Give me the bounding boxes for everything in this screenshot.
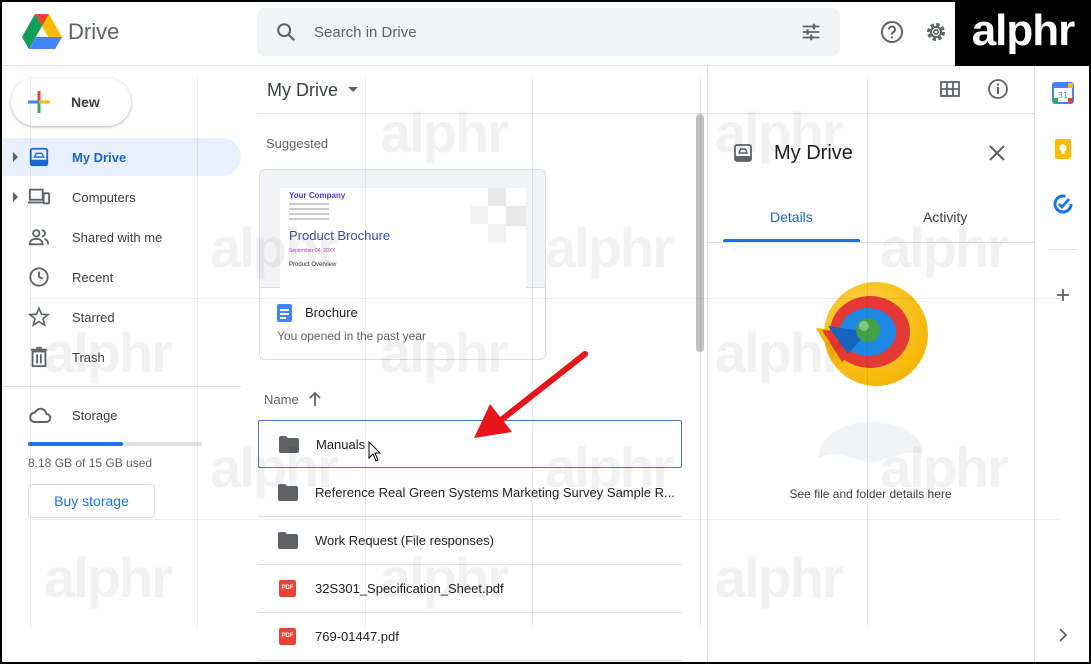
details-header-divider xyxy=(707,113,1034,114)
file-name: Reference Real Green Systems Marketing S… xyxy=(315,485,675,500)
sidebar-item-trash[interactable]: Trash xyxy=(0,338,241,376)
svg-text:31: 31 xyxy=(1058,91,1068,100)
file-thumbnail: Your Company Product Brochure September … xyxy=(260,170,545,288)
new-button-label: New xyxy=(71,94,100,110)
file-row[interactable]: Reference Real Green Systems Marketing S… xyxy=(258,469,682,517)
buy-storage-button[interactable]: Buy storage xyxy=(28,484,155,518)
trash-icon xyxy=(30,346,48,368)
file-row[interactable]: Work Request (File responses) xyxy=(258,517,682,565)
arrow-up-icon[interactable] xyxy=(308,391,322,407)
storage-label[interactable]: Storage xyxy=(72,408,118,423)
details-hint: See file and folder details here xyxy=(789,487,952,501)
search-input[interactable]: Search in Drive xyxy=(314,24,417,41)
sidebar-item-my-drive[interactable]: My Drive xyxy=(0,138,241,176)
keep-icon[interactable] xyxy=(1052,138,1074,160)
storage-used-text: 8.18 GB of 15 GB used xyxy=(28,456,153,470)
file-row[interactable]: PDF 32S301_Specification_Sheet.pdf xyxy=(258,565,682,613)
new-button[interactable]: New xyxy=(11,78,131,126)
settings-icon[interactable] xyxy=(924,20,948,44)
card-file-name: Brochure xyxy=(305,305,358,320)
page-title[interactable]: My Drive xyxy=(267,80,338,101)
search-bar[interactable]: Search in Drive xyxy=(257,8,840,56)
thumb-overview: Product Overview xyxy=(289,262,337,268)
shared-icon xyxy=(28,229,50,246)
file-name: 769-01447.pdf xyxy=(315,629,399,644)
close-icon[interactable] xyxy=(988,144,1006,162)
sidebar-item-label: Trash xyxy=(72,350,105,365)
drive-logo-icon[interactable] xyxy=(22,14,62,50)
my-drive-icon xyxy=(734,144,752,162)
sidebar-item-recent[interactable]: Recent xyxy=(0,258,241,296)
thumb-address-lines xyxy=(289,203,329,223)
side-panel-border xyxy=(1034,66,1035,664)
pdf-icon: PDF xyxy=(279,580,296,597)
sidebar-item-label: My Drive xyxy=(72,150,127,165)
suggested-heading: Suggested xyxy=(266,136,329,151)
expand-caret-icon[interactable] xyxy=(13,192,18,202)
expand-caret-icon[interactable] xyxy=(13,152,18,162)
sidebar-item-label: Shared with me xyxy=(72,230,163,245)
alphr-logo: alphr xyxy=(955,0,1091,66)
folder-icon xyxy=(279,436,299,453)
google-docs-icon xyxy=(277,304,292,322)
file-row[interactable]: PDF 769-01447.pdf xyxy=(258,613,682,661)
calendar-icon[interactable]: 31 xyxy=(1052,82,1074,104)
sidebar-item-computers[interactable]: Computers xyxy=(0,178,241,216)
illustration-shadow xyxy=(819,422,923,462)
plus-icon[interactable] xyxy=(1052,284,1074,306)
folder-icon xyxy=(278,532,298,549)
grid-view-icon[interactable] xyxy=(939,78,961,100)
chevron-down-icon[interactable] xyxy=(348,87,358,92)
search-icon[interactable] xyxy=(275,21,297,43)
storage-usage-fill xyxy=(28,442,123,446)
file-name: Manuals xyxy=(316,437,366,452)
sidebar-item-label: Recent xyxy=(72,270,114,285)
main-divider xyxy=(257,113,707,114)
clock-icon xyxy=(29,267,49,287)
pdf-icon: PDF xyxy=(279,628,296,645)
thumb-title: Product Brochure xyxy=(289,228,391,243)
tabs-divider xyxy=(707,242,1034,243)
sidebar-divider xyxy=(0,386,241,387)
app-name: Drive xyxy=(68,19,120,44)
sidebar-item-shared-with-me[interactable]: Shared with me xyxy=(0,218,241,256)
computers-icon xyxy=(28,188,50,205)
info-icon[interactable] xyxy=(987,78,1009,100)
sidebar-item-label: Computers xyxy=(72,190,136,205)
app-header: Drive Search in Drive alphr xyxy=(0,0,1091,66)
details-illustration xyxy=(816,282,928,386)
help-icon[interactable] xyxy=(880,20,904,44)
suggested-file-card[interactable]: Your Company Product Brochure September … xyxy=(259,169,546,360)
annotation-arrow-icon xyxy=(474,351,588,438)
tune-icon[interactable] xyxy=(800,21,822,43)
details-title: My Drive xyxy=(774,142,853,164)
file-name: 32S301_Specification_Sheet.pdf xyxy=(315,581,504,596)
thumb-date: September 04, 20XX xyxy=(289,248,336,254)
card-subtitle: You opened in the past year xyxy=(277,329,427,343)
storage-usage-bar xyxy=(28,442,202,446)
star-icon xyxy=(28,306,50,327)
tasks-icon[interactable] xyxy=(1052,193,1074,215)
sidebar-item-label: Starred xyxy=(72,310,115,325)
sidebar-item-starred[interactable]: Starred xyxy=(0,298,241,336)
tab-activity[interactable]: Activity xyxy=(923,209,967,225)
chevron-right-icon[interactable] xyxy=(1052,624,1074,646)
folder-icon xyxy=(278,484,298,501)
tab-details[interactable]: Details xyxy=(770,209,813,225)
name-column-header[interactable]: Name xyxy=(264,392,299,407)
details-panel-border xyxy=(707,66,708,664)
cloud-icon xyxy=(29,407,52,423)
mouse-cursor-icon xyxy=(368,441,382,462)
apps-divider xyxy=(1048,249,1078,250)
file-name: Work Request (File responses) xyxy=(315,533,494,548)
my-drive-icon xyxy=(29,147,49,167)
thumb-company: Your Company xyxy=(289,191,346,200)
